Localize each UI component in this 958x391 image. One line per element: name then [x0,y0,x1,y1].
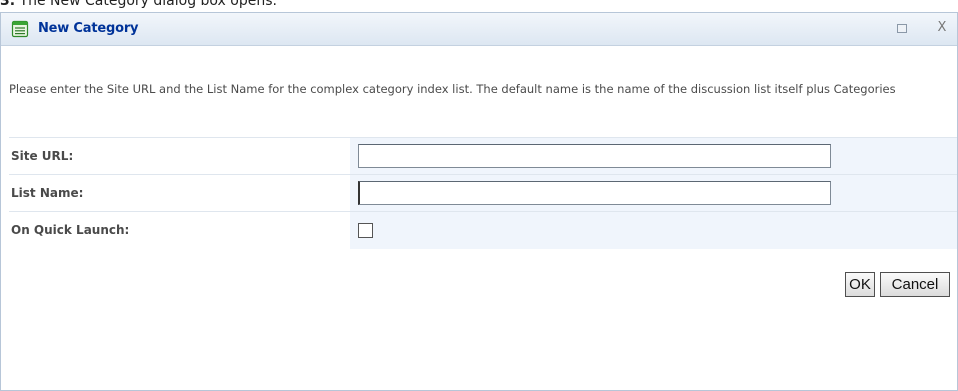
list-name-input[interactable] [358,181,831,205]
new-category-dialog: New Category X Please enter the Site URL… [0,12,958,391]
maximize-icon[interactable] [897,24,907,33]
dialog-titlebar[interactable]: New Category X [1,13,957,46]
instructions-text: Please enter the Site URL and the List N… [9,82,896,96]
site-url-label: Site URL: [9,137,350,175]
step-number: 3. [0,0,16,9]
cancel-button[interactable]: Cancel [880,272,950,297]
form-row-quick-launch: On Quick Launch: [9,211,957,249]
ok-button[interactable]: OK [845,272,875,297]
quick-launch-label: On Quick Launch: [9,211,350,249]
list-name-cell [350,174,957,212]
step-caption: 3. The New Category dialog box opens. [0,0,958,12]
quick-launch-checkbox[interactable] [358,222,373,238]
site-url-cell [350,137,957,175]
dialog-title: New Category [38,21,139,36]
category-form: Site URL: List Name: On Quick Launch: [9,137,957,249]
close-icon[interactable]: X [935,20,949,36]
list-document-icon [11,20,29,38]
list-name-label: List Name: [9,174,350,212]
step-text: The New Category dialog box opens. [19,0,277,9]
form-row-site-url: Site URL: [9,137,957,175]
form-row-list-name: List Name: [9,174,957,212]
site-url-input[interactable] [358,144,831,168]
quick-launch-cell [350,211,957,249]
